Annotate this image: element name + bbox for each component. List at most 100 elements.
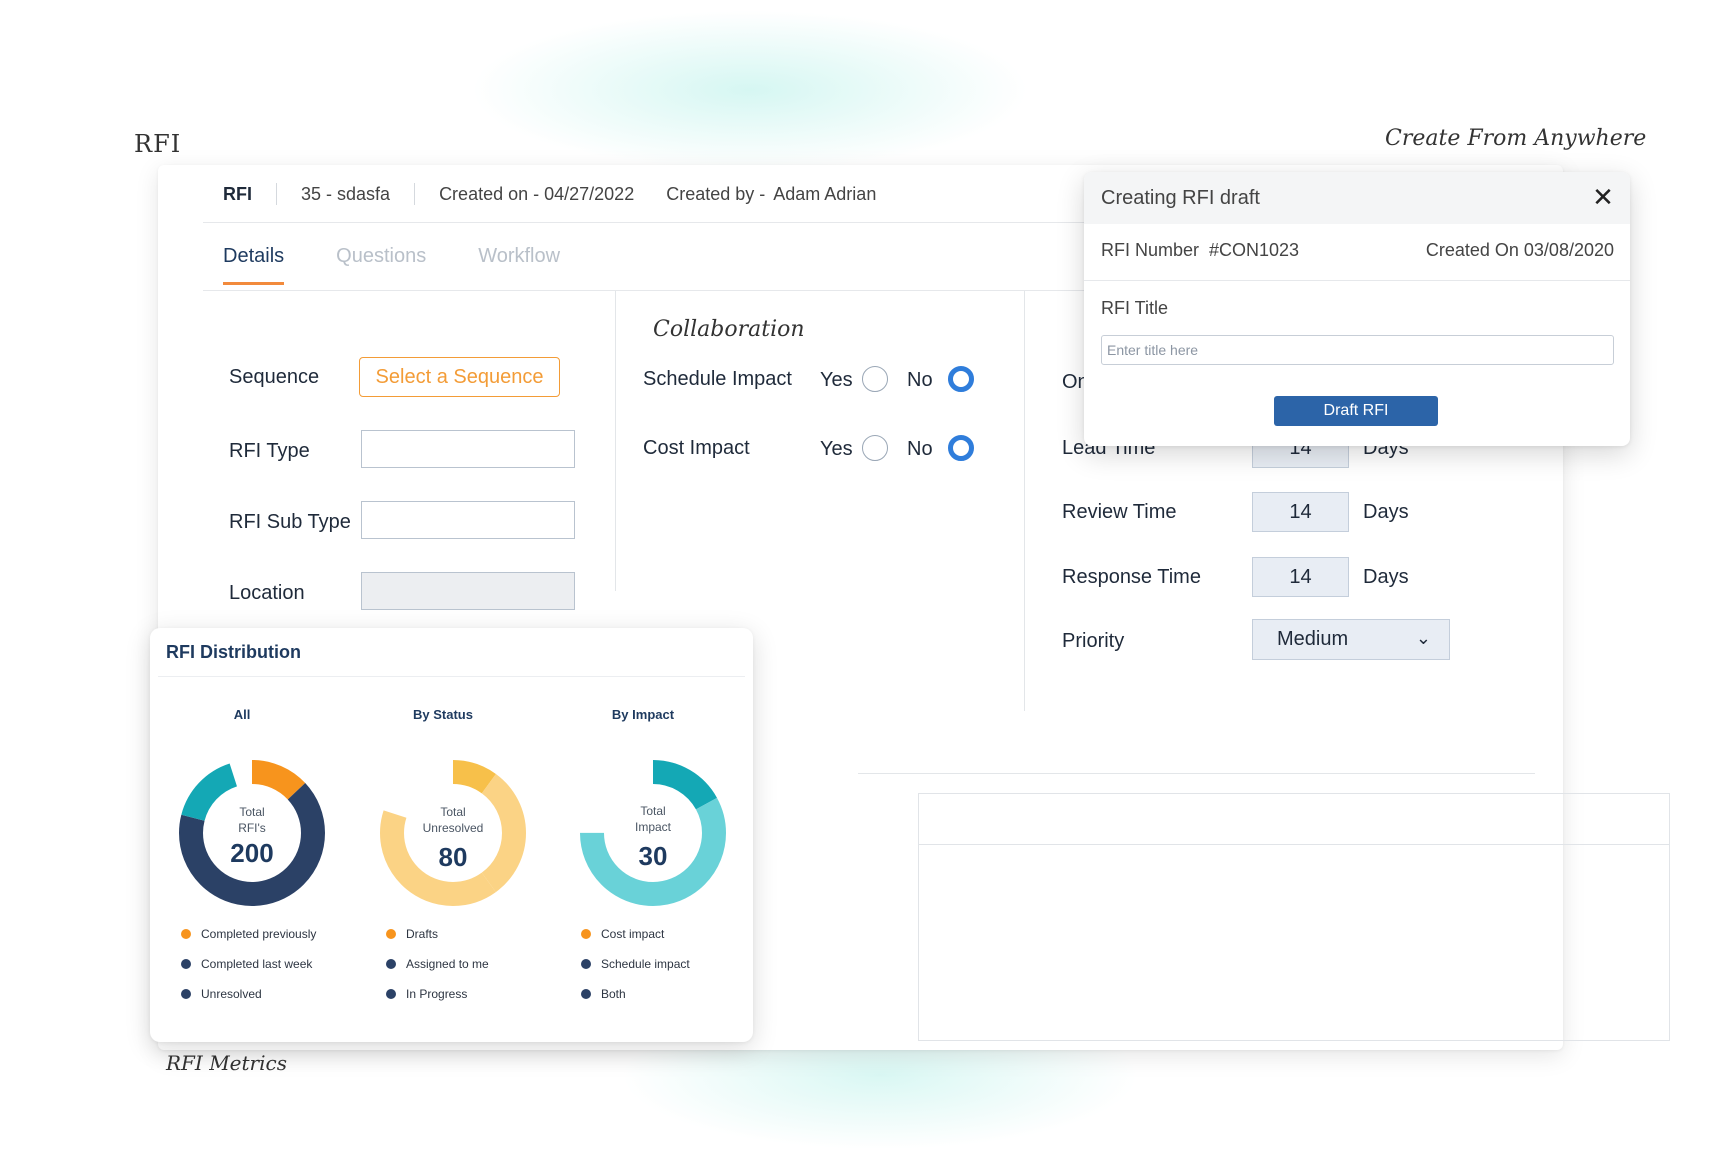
legend-dot	[581, 989, 591, 999]
legend-item: In Progress	[386, 987, 467, 1001]
legend-label: In Progress	[406, 987, 468, 1001]
modal-rfi-number: RFI Number #CON1023	[1101, 240, 1300, 260]
donut-total-by-status: 80	[438, 842, 468, 872]
modal-divider	[1084, 280, 1630, 281]
legend-label: Both	[601, 987, 626, 1001]
legend-item: Unresolved	[181, 987, 262, 1001]
donut-center-label: Total Impact	[593, 803, 713, 835]
cost-impact-label: Cost Impact	[643, 437, 750, 459]
header-separator	[276, 183, 277, 205]
legend-dot	[386, 989, 396, 999]
rfi-sub-type-label: RFI Sub Type	[229, 511, 351, 533]
legend-dot	[181, 929, 191, 939]
chart-title-by-impact: By Impact	[611, 707, 675, 722]
header-created-by: Created by -	[666, 183, 766, 204]
rfi-title-input[interactable]	[1101, 335, 1614, 365]
legend-dot	[386, 929, 396, 939]
column-divider	[1024, 291, 1025, 711]
rfi-type-input[interactable]	[361, 430, 575, 468]
donut-total-all: 200	[230, 838, 274, 868]
annotation-rfi-metrics: RFI Metrics	[166, 1051, 287, 1075]
chevron-down-icon: ⌄	[1415, 628, 1431, 648]
distribution-title: RFI Distribution	[166, 642, 301, 662]
draft-rfi-button[interactable]: Draft RFI	[1274, 396, 1438, 426]
center-line-2: Impact	[634, 820, 671, 834]
legend-item: Cost impact	[581, 927, 664, 941]
legend-dot	[386, 959, 396, 969]
rfi-sub-type-input[interactable]	[361, 501, 575, 539]
legend-dot	[581, 959, 591, 969]
rfi-distribution-card: RFI Distribution All By Status By Impact…	[150, 628, 753, 1042]
legend-item: Schedule impact	[581, 957, 690, 971]
modal-info-row: RFI Number #CON1023 Created On 03/08/202…	[1101, 240, 1614, 261]
schedule-impact-no-radio[interactable]	[948, 366, 974, 392]
priority-select[interactable]: Medium ⌄	[1252, 619, 1450, 660]
response-time-label: Response Time	[1062, 566, 1201, 588]
panel-header-divider	[919, 844, 1669, 845]
legend-dot	[581, 929, 591, 939]
donut-total-by-impact: 30	[638, 841, 668, 871]
modal-created-on: Created On 03/08/2020	[1425, 240, 1614, 260]
annotation-create-from-anywhere: Create From Anywhere	[1385, 126, 1647, 151]
schedule-impact-yes-label: Yes	[820, 369, 853, 391]
cost-impact-no-label: No	[907, 438, 933, 460]
cost-impact-yes-radio[interactable]	[862, 435, 888, 461]
center-line-1: Total	[640, 804, 666, 818]
tab-workflow[interactable]: Workflow	[478, 245, 560, 285]
response-time-input[interactable]: 14	[1252, 557, 1349, 597]
schedule-impact-yes-radio[interactable]	[862, 366, 888, 392]
center-line-2: Unresolved	[422, 821, 484, 835]
modal-header: Creating RFI draft ✕	[1084, 172, 1630, 224]
legend-item: Completed last week	[181, 957, 312, 971]
legend-dot	[181, 959, 191, 969]
header-separator	[414, 183, 416, 205]
distribution-divider	[158, 676, 745, 677]
legend-label: Schedule impact	[601, 957, 690, 971]
cost-impact-yes-label: Yes	[820, 438, 853, 460]
location-input[interactable]	[361, 572, 575, 610]
chart-title-all: All	[233, 707, 251, 722]
section-divider	[858, 773, 1535, 774]
center-line-1: Total	[239, 805, 265, 819]
column-divider	[615, 291, 616, 591]
priority-label: Priority	[1062, 630, 1125, 652]
legend-item: Drafts	[386, 927, 438, 941]
review-time-label: Review Time	[1062, 501, 1177, 523]
header-user-name: Adam Adrian	[773, 183, 877, 204]
schedule-impact-no-label: No	[907, 369, 933, 391]
collaboration-title: Collaboration	[653, 317, 805, 342]
center-line-1: Total	[440, 805, 466, 819]
legend-label: Unresolved	[201, 987, 262, 1001]
review-time-input[interactable]: 14	[1252, 492, 1349, 532]
legend-label: Drafts	[406, 927, 439, 941]
legend-label: Assigned to me	[406, 957, 489, 971]
donut-center-label: Total RFI's	[192, 804, 312, 836]
close-icon[interactable]: ✕	[1588, 182, 1618, 212]
rfi-type-label: RFI Type	[229, 440, 310, 462]
cost-impact-no-radio[interactable]	[948, 435, 974, 461]
tab-questions[interactable]: Questions	[336, 245, 426, 285]
center-line-2: RFI's	[238, 821, 266, 835]
legend-label: Cost impact	[601, 927, 665, 941]
modal-title: Creating RFI draft	[1101, 186, 1260, 209]
legend-item: Completed previously	[181, 927, 316, 941]
response-time-days-label: Days	[1363, 566, 1409, 588]
tab-details[interactable]: Details	[223, 245, 285, 285]
legend-label: Completed last week	[201, 957, 313, 971]
review-time-days-label: Days	[1363, 501, 1409, 523]
rfi-title-label: RFI Title	[1101, 298, 1169, 318]
schedule-impact-label: Schedule Impact	[643, 368, 792, 390]
legend-label: Completed previously	[201, 927, 317, 941]
priority-selected-value: Medium	[1277, 628, 1349, 650]
header-rfi-number: 35 - sdasfa	[301, 183, 391, 204]
select-sequence-button[interactable]: Select a Sequence	[359, 357, 560, 397]
sequence-label: Sequence	[229, 366, 320, 388]
annotation-rfi: RFI	[134, 130, 182, 158]
background-glow-top	[470, 10, 1030, 170]
chart-title-by-status: By Status	[413, 707, 473, 722]
legend-item: Both	[581, 987, 626, 1001]
donut-center-label: Total Unresolved	[393, 804, 513, 836]
header-rfi-label: RFI	[223, 183, 252, 204]
legend-dot	[181, 989, 191, 999]
create-rfi-draft-modal: Creating RFI draft ✕ RFI Number #CON1023…	[1084, 172, 1630, 446]
